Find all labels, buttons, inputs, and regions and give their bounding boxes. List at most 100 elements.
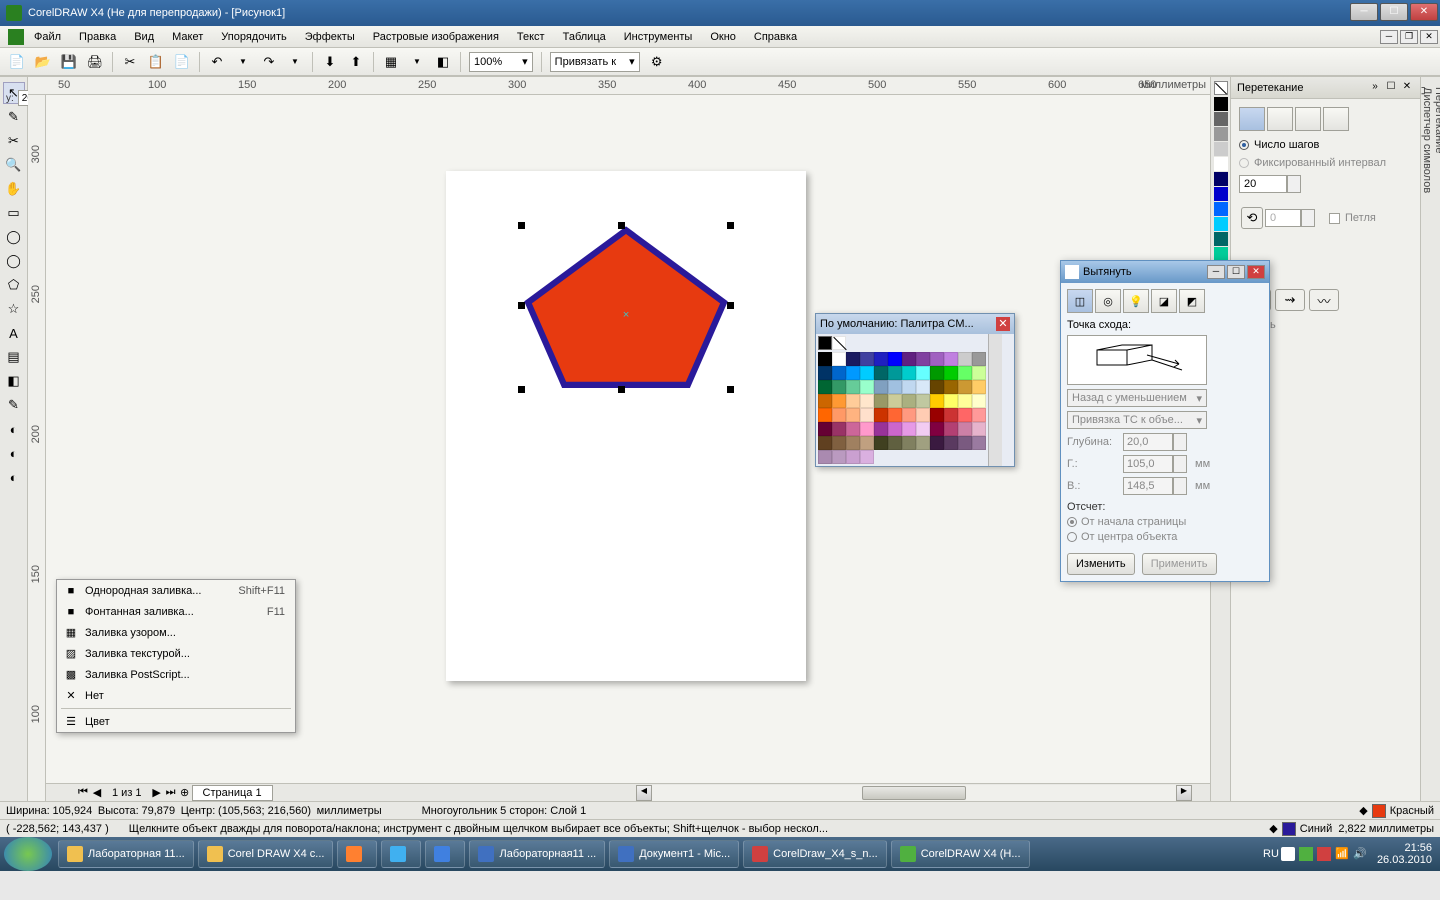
swatch[interactable] — [874, 408, 888, 422]
print-icon[interactable]: 🖨 — [84, 51, 106, 73]
fill-menu-item[interactable]: ✕Нет — [57, 685, 295, 706]
tool-16[interactable]: ◐ — [3, 466, 25, 488]
docker-side-tabs[interactable]: Диспетчер символов Перетекание ✕ — [1420, 77, 1440, 801]
tool-14[interactable]: ◐ — [3, 418, 25, 440]
menu-text[interactable]: Текст — [517, 31, 545, 43]
swatch[interactable] — [888, 422, 902, 436]
swatch[interactable] — [916, 352, 930, 366]
handle-ne[interactable] — [727, 222, 734, 229]
palette-nav-icon[interactable]: ▶ — [818, 336, 832, 350]
swatch[interactable] — [846, 450, 860, 464]
path-btn-2[interactable]: ⇝ — [1275, 289, 1305, 311]
extrude-edit-button[interactable]: Изменить — [1067, 553, 1135, 575]
swatch[interactable] — [888, 352, 902, 366]
taskbar-task[interactable]: Corel DRAW X4 c... — [198, 840, 334, 868]
color-palette-window[interactable]: По умолчанию: Палитра CM... ✕ ▶ — [815, 313, 1015, 467]
docker-close-icon[interactable]: ✕ — [1400, 81, 1414, 95]
fill-menu-item[interactable]: ☰Цвет — [57, 711, 295, 732]
extrude-tab-1[interactable]: ◫ — [1067, 289, 1093, 313]
taskbar-clock[interactable]: 21:56 26.03.2010 — [1377, 842, 1432, 866]
handle-se[interactable] — [727, 386, 734, 393]
extrude-tab-2[interactable]: ◎ — [1095, 289, 1121, 313]
tool-13[interactable]: ✎ — [3, 394, 25, 416]
paste-icon[interactable]: 📄 — [171, 51, 193, 73]
no-fill-swatch[interactable] — [1214, 81, 1228, 95]
extrude-tab-5[interactable]: ◩ — [1179, 289, 1205, 313]
tool-12[interactable]: ◧ — [3, 370, 25, 392]
taskbar-task[interactable] — [425, 840, 465, 868]
fill-menu-item[interactable]: ▩Заливка PostScript... — [57, 664, 295, 685]
extrude-type-select[interactable]: Назад с уменьшением▾ — [1067, 389, 1207, 407]
app-launcher-icon[interactable]: ▦ — [380, 51, 402, 73]
save-icon[interactable]: 💾 — [58, 51, 80, 73]
page-tab-1[interactable]: Страница 1 — [192, 785, 273, 801]
swatch[interactable] — [888, 380, 902, 394]
swatch[interactable] — [958, 366, 972, 380]
docker-tab-misc[interactable] — [1323, 107, 1349, 131]
page-first-icon[interactable]: ⏮ — [76, 786, 90, 799]
page-next-icon[interactable]: ▶ — [150, 786, 164, 799]
menu-file[interactable]: Файл — [34, 31, 61, 43]
from-object-radio[interactable]: От центра объекта — [1067, 531, 1263, 543]
tool-8[interactable]: ⬠ — [3, 274, 25, 296]
swatch[interactable] — [860, 450, 874, 464]
swatch[interactable] — [818, 436, 832, 450]
depth-spinner[interactable] — [1173, 433, 1187, 451]
tool-1[interactable]: ✎ — [3, 106, 25, 128]
strip-swatch[interactable] — [1214, 247, 1228, 261]
swatch[interactable] — [818, 352, 832, 366]
tool-10[interactable]: A — [3, 322, 25, 344]
tool-3[interactable]: 🔍 — [3, 154, 25, 176]
cut-icon[interactable]: ✂ — [119, 51, 141, 73]
open-icon[interactable]: 📂 — [32, 51, 54, 73]
import-icon[interactable]: ⬇ — [319, 51, 341, 73]
hpos-input[interactable] — [1123, 455, 1173, 473]
tool-15[interactable]: ◐ — [3, 442, 25, 464]
swatch[interactable] — [846, 394, 860, 408]
swatch[interactable] — [832, 408, 846, 422]
swatch[interactable] — [860, 394, 874, 408]
swatch[interactable] — [888, 394, 902, 408]
handle-n[interactable] — [618, 222, 625, 229]
extrude-tab-3[interactable]: 💡 — [1123, 289, 1149, 313]
docker-collapse-icon[interactable]: » — [1368, 81, 1382, 95]
swatch[interactable] — [958, 408, 972, 422]
strip-swatch[interactable] — [1214, 172, 1228, 186]
extrude-dialog[interactable]: Вытянуть ─ ☐ ✕ ◫ ◎ 💡 ◪ ◩ Точка схода: На… — [1060, 260, 1270, 582]
fill-swatch[interactable] — [1372, 804, 1386, 818]
strip-swatch[interactable] — [1214, 157, 1228, 171]
swatch[interactable] — [930, 408, 944, 422]
taskbar-task[interactable]: CorelDRAW X4 (Н... — [891, 840, 1030, 868]
mdi-restore[interactable]: ❐ — [1400, 30, 1418, 44]
new-icon[interactable]: 📄 — [6, 51, 28, 73]
menu-arrange[interactable]: Упорядочить — [221, 31, 286, 43]
strip-swatch[interactable] — [1214, 187, 1228, 201]
swatch[interactable] — [930, 352, 944, 366]
swatch[interactable] — [916, 422, 930, 436]
tool-9[interactable]: ☆ — [3, 298, 25, 320]
swatch[interactable] — [944, 380, 958, 394]
docker-tab-accel[interactable] — [1267, 107, 1293, 131]
launcher-dropdown-icon[interactable]: ▼ — [406, 51, 428, 73]
outline-swatch[interactable] — [1282, 822, 1296, 836]
tray-icon-3[interactable] — [1317, 847, 1331, 861]
swatch[interactable] — [972, 394, 986, 408]
menu-window[interactable]: Окно — [710, 31, 736, 43]
swatch[interactable] — [958, 422, 972, 436]
handle-e[interactable] — [727, 302, 734, 309]
redo-icon[interactable]: ↷ — [258, 51, 280, 73]
swatch[interactable] — [930, 436, 944, 450]
swatch[interactable] — [818, 394, 832, 408]
swatch[interactable] — [860, 422, 874, 436]
redo-dropdown-icon[interactable]: ▼ — [284, 51, 306, 73]
scroll-thumb[interactable] — [862, 786, 967, 800]
strip-swatch[interactable] — [1214, 142, 1228, 156]
swatch[interactable] — [972, 366, 986, 380]
swatch[interactable] — [930, 422, 944, 436]
taskbar-task[interactable] — [381, 840, 421, 868]
swatch[interactable] — [846, 422, 860, 436]
menu-table[interactable]: Таблица — [563, 31, 606, 43]
docker-tab-color[interactable] — [1295, 107, 1321, 131]
rotate-blend-icon[interactable]: ⟲ — [1241, 207, 1263, 229]
vpos-input[interactable] — [1123, 477, 1173, 495]
